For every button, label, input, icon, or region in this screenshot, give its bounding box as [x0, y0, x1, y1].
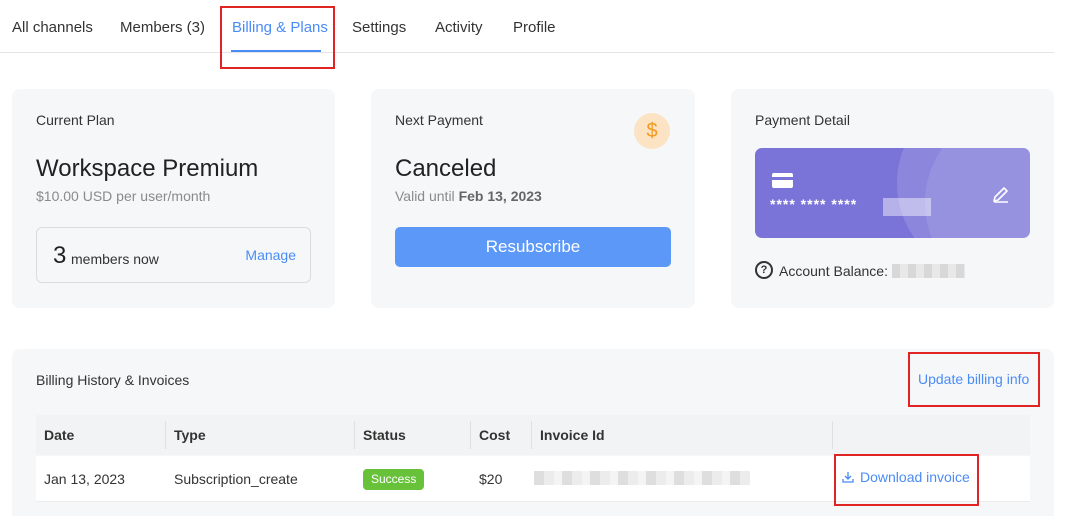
- tab-bar: All channels Members (3) Billing & Plans…: [0, 0, 1054, 53]
- redacted-card-digits: [883, 198, 931, 216]
- next-payment-card: Next Payment $ Canceled Valid until Feb …: [371, 89, 695, 308]
- column-divider: [531, 421, 532, 449]
- members-text: members now: [71, 251, 159, 267]
- payment-detail-card: Payment Detail **** **** **** ? Account …: [731, 89, 1054, 308]
- column-header-cost: Cost: [479, 427, 511, 443]
- billing-history-title: Billing History & Invoices: [36, 372, 190, 388]
- column-header-date: Date: [44, 427, 75, 443]
- help-icon[interactable]: ?: [755, 261, 773, 279]
- redacted-invoice-id: [534, 471, 750, 485]
- column-header-status: Status: [363, 427, 406, 443]
- dollar-icon: $: [634, 113, 670, 149]
- current-plan-title: Current Plan: [36, 112, 115, 128]
- column-header-invoice-id: Invoice Id: [540, 427, 605, 443]
- tab-members[interactable]: Members (3): [120, 19, 205, 36]
- highlight-box-download-invoice: [834, 454, 979, 506]
- plan-price: $10.00 USD per user/month: [36, 188, 211, 204]
- members-summary: 3 members now Manage: [36, 227, 311, 283]
- cell-cost: $20: [479, 471, 503, 487]
- redacted-balance: [892, 264, 965, 278]
- cell-type: Subscription_create: [174, 471, 298, 487]
- tab-activity[interactable]: Activity: [435, 19, 483, 36]
- tab-profile[interactable]: Profile: [513, 19, 556, 36]
- edit-icon[interactable]: [991, 184, 1011, 204]
- card-decoration-circle: [925, 148, 1030, 238]
- members-count: 3: [53, 242, 67, 269]
- tab-settings[interactable]: Settings: [352, 19, 406, 36]
- next-payment-title: Next Payment: [395, 112, 483, 128]
- cell-date: Jan 13, 2023: [44, 471, 125, 487]
- valid-until-date: Feb 13, 2023: [458, 188, 542, 204]
- column-divider: [832, 421, 833, 449]
- account-balance-label: Account Balance:: [779, 263, 888, 279]
- highlight-box-billing-tab: [220, 6, 335, 69]
- column-divider: [470, 421, 471, 449]
- credit-card-visual: **** **** ****: [755, 148, 1030, 238]
- current-plan-card: Current Plan Workspace Premium $10.00 US…: [12, 89, 335, 308]
- column-header-type: Type: [174, 427, 206, 443]
- status-badge: Success: [363, 469, 425, 490]
- valid-until-prefix: Valid until: [395, 188, 459, 204]
- tab-all-channels[interactable]: All channels: [12, 19, 93, 36]
- plan-name: Workspace Premium: [36, 155, 259, 182]
- highlight-box-update-billing: [908, 352, 1040, 407]
- payment-status: Canceled: [395, 155, 497, 182]
- credit-card-icon: [772, 173, 793, 188]
- payment-detail-title: Payment Detail: [755, 112, 850, 128]
- valid-until: Valid until Feb 13, 2023: [395, 188, 542, 204]
- table-header: Date Type Status Cost Invoice Id: [36, 415, 1030, 455]
- column-divider: [165, 421, 166, 449]
- column-divider: [354, 421, 355, 449]
- resubscribe-button[interactable]: Resubscribe: [395, 227, 671, 267]
- masked-card-number: **** **** ****: [770, 196, 858, 212]
- manage-link[interactable]: Manage: [245, 247, 296, 263]
